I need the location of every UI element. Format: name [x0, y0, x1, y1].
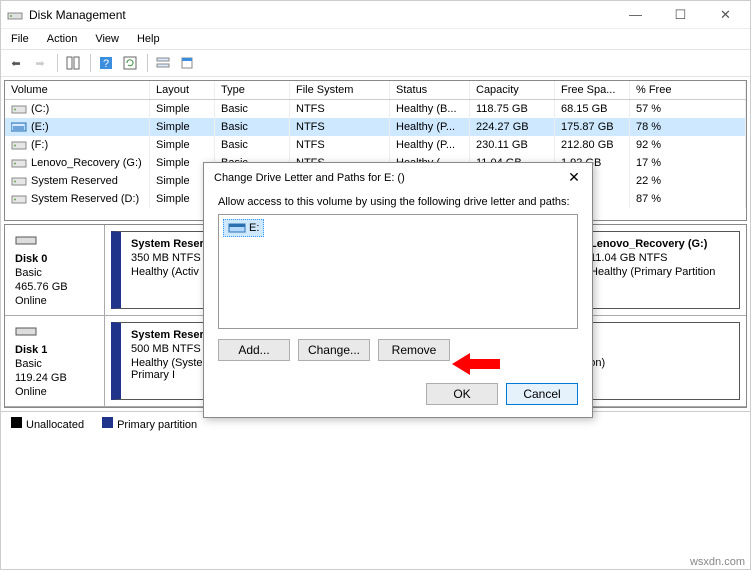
legend-unallocated: Unallocated	[11, 417, 84, 431]
disk0-type: Basic	[15, 267, 94, 279]
remove-button[interactable]: Remove	[378, 339, 450, 361]
volume-icon	[11, 121, 27, 133]
ok-button[interactable]: OK	[426, 383, 498, 405]
window-titlebar: Disk Management — ☐ ✕	[1, 1, 750, 29]
disk0-label[interactable]: Disk 0 Basic 465.76 GB Online	[5, 225, 105, 315]
drive-paths-listbox[interactable]: E:	[218, 214, 578, 329]
volume-icon	[11, 193, 27, 205]
partition-state: Healthy (Primary Partition	[590, 266, 729, 278]
volume-icon	[11, 157, 27, 169]
window-title: Disk Management	[29, 8, 613, 22]
partition-size: 350 MB NTFS	[131, 252, 210, 264]
refresh-icon[interactable]	[119, 52, 141, 74]
col-status[interactable]: Status	[390, 81, 470, 99]
partition-name: System Reser	[131, 238, 210, 250]
volume-icon	[11, 175, 27, 187]
col-type[interactable]: Type	[215, 81, 290, 99]
disk-icon	[15, 233, 37, 247]
watermark: wsxdn.com	[690, 556, 745, 568]
disk0-name: Disk 0	[15, 253, 94, 265]
menu-view[interactable]: View	[95, 33, 119, 45]
disk1-name: Disk 1	[15, 344, 94, 356]
drive-path-item[interactable]: E:	[223, 219, 264, 237]
disk1-size: 119.24 GB	[15, 372, 94, 384]
volume-icon	[11, 103, 27, 115]
toolbar: ⬅ ➡ ?	[1, 49, 750, 77]
menu-action[interactable]: Action	[47, 33, 78, 45]
minimize-button[interactable]: —	[613, 1, 658, 29]
dialog-title: Change Drive Letter and Paths for E: ()	[214, 172, 564, 184]
close-button[interactable]: ✕	[703, 1, 748, 29]
col-layout[interactable]: Layout	[150, 81, 215, 99]
dialog-close-icon[interactable]: ✕	[564, 169, 584, 186]
col-fs[interactable]: File System	[290, 81, 390, 99]
disk1-state: Online	[15, 386, 94, 398]
help-icon[interactable]: ?	[95, 52, 117, 74]
app-icon	[7, 7, 23, 23]
maximize-button[interactable]: ☐	[658, 1, 703, 29]
partition-size: 11.04 GB NTFS	[590, 252, 729, 264]
volume-row[interactable]: (C:)SimpleBasicNTFSHealthy (B...118.75 G…	[5, 100, 746, 118]
menu-file[interactable]: File	[11, 33, 29, 45]
menubar: File Action View Help	[1, 29, 750, 49]
partition-state: Healthy (Activ	[131, 266, 210, 278]
col-free[interactable]: Free Spa...	[555, 81, 630, 99]
disk0-size: 465.76 GB	[15, 281, 94, 293]
volume-row[interactable]: (E:)SimpleBasicNTFSHealthy (P...224.27 G…	[5, 118, 746, 136]
change-drive-letter-dialog: Change Drive Letter and Paths for E: () …	[203, 162, 593, 418]
list-view-icon[interactable]	[152, 52, 174, 74]
add-button[interactable]: Add...	[218, 339, 290, 361]
panes-button[interactable]	[62, 52, 84, 74]
disk1-label[interactable]: Disk 1 Basic 119.24 GB Online	[5, 316, 105, 406]
disk0-state: Online	[15, 295, 94, 307]
partition-name: Lenovo_Recovery (G:)	[590, 238, 729, 250]
drive-path-label: E:	[249, 222, 259, 234]
volume-row[interactable]: (F:)SimpleBasicNTFSHealthy (P...230.11 G…	[5, 136, 746, 154]
volume-icon	[11, 139, 27, 151]
svg-text:?: ?	[103, 58, 109, 70]
volume-header-row: Volume Layout Type File System Status Ca…	[5, 81, 746, 100]
menu-help[interactable]: Help	[137, 33, 160, 45]
partition-lenovo-recovery[interactable]: Lenovo_Recovery (G:) 11.04 GB NTFS Healt…	[570, 231, 740, 309]
dialog-instruction: Allow access to this volume by using the…	[218, 196, 578, 208]
forward-button[interactable]: ➡	[29, 52, 51, 74]
cancel-button[interactable]: Cancel	[506, 383, 578, 405]
legend-primary: Primary partition	[102, 417, 197, 431]
properties-icon[interactable]	[176, 52, 198, 74]
col-capacity[interactable]: Capacity	[470, 81, 555, 99]
col-pfree[interactable]: % Free	[630, 81, 746, 99]
change-button[interactable]: Change...	[298, 339, 370, 361]
back-button[interactable]: ⬅	[5, 52, 27, 74]
col-volume[interactable]: Volume	[5, 81, 150, 99]
drive-icon	[228, 221, 246, 235]
disk1-type: Basic	[15, 358, 94, 370]
disk-icon	[15, 324, 37, 338]
annotation-arrow-icon	[452, 351, 502, 377]
